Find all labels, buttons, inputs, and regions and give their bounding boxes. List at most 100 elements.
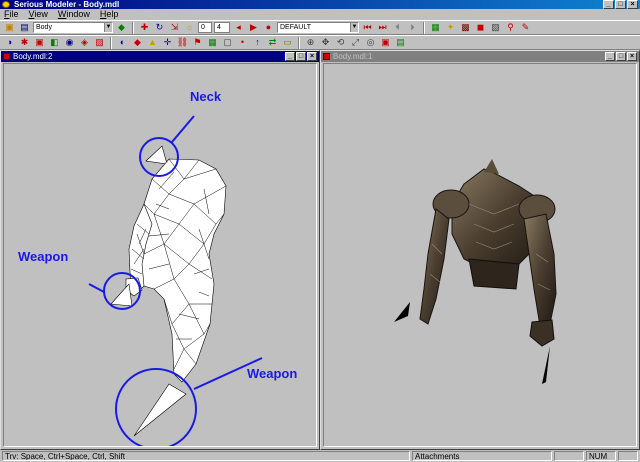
close-button[interactable]: ×: [307, 52, 317, 61]
layout-icon[interactable]: ▣: [379, 37, 392, 49]
model-doc-icon: [3, 53, 10, 60]
maximize-button[interactable]: □: [615, 0, 626, 9]
view-titlebar[interactable]: Body.mdl:2 _ □ ×: [1, 51, 319, 62]
scale-icon[interactable]: ⇲: [168, 22, 181, 34]
texture-icon[interactable]: ▩: [459, 22, 472, 34]
wire-icon[interactable]: ▧: [489, 22, 502, 34]
maximize-button[interactable]: □: [616, 52, 626, 61]
bone-icon[interactable]: ✱: [18, 37, 31, 49]
minimize-button[interactable]: _: [285, 52, 295, 61]
step-back-icon[interactable]: ⏴: [391, 22, 404, 34]
palette-icon[interactable]: ◆: [115, 22, 128, 34]
view-controls: _ □ ×: [285, 52, 317, 61]
open-icon[interactable]: ▣: [3, 22, 16, 34]
light-icon[interactable]: ☼: [183, 22, 196, 34]
animation-combo-value: DEFAULT: [280, 24, 311, 31]
color-icon[interactable]: ◆: [131, 37, 144, 49]
reset-icon[interactable]: ⟲: [334, 37, 347, 49]
pin-icon[interactable]: ⚲: [504, 22, 517, 34]
check-icon[interactable]: ▤: [394, 37, 407, 49]
view-controls: _ □ ×: [605, 52, 637, 61]
normal-icon[interactable]: ↑: [251, 37, 264, 49]
status-hint: Trv: Space, Ctrl+Space, Ctrl, Shift: [2, 451, 410, 461]
last-frame-icon[interactable]: ⏭: [376, 22, 389, 34]
neck-label: Neck: [190, 89, 222, 104]
first-frame-icon[interactable]: ⏮: [361, 22, 374, 34]
weapon-shard-bottom: [542, 346, 550, 384]
anim-icon[interactable]: ◑: [3, 37, 16, 49]
grid-icon[interactable]: ▦: [206, 37, 219, 49]
axis-icon[interactable]: ✛: [161, 37, 174, 49]
combo-arrow-icon: ▼: [350, 23, 358, 32]
animation-combo[interactable]: DEFAULT ▼: [277, 22, 359, 33]
target-icon[interactable]: ◎: [364, 37, 377, 49]
surface-icon[interactable]: ◈: [78, 37, 91, 49]
fit-icon[interactable]: ⤢: [349, 37, 362, 49]
model-doc-icon: [323, 53, 330, 60]
menu-bar: File View Window Help: [0, 9, 640, 20]
neck-attachment-triangle: [145, 145, 168, 165]
weapon-attachment-triangle-bottom: [133, 383, 187, 437]
close-button[interactable]: ×: [627, 0, 638, 9]
rotate-icon[interactable]: ↻: [153, 22, 166, 34]
patch-icon[interactable]: ▨: [93, 37, 106, 49]
save-icon[interactable]: ▤: [18, 22, 31, 34]
minimize-button[interactable]: _: [605, 52, 615, 61]
menu-file[interactable]: File: [4, 9, 19, 20]
close-button[interactable]: ×: [627, 52, 637, 61]
bbox-icon[interactable]: ▢: [221, 37, 234, 49]
camera-icon[interactable]: ◉: [63, 37, 76, 49]
zoom-icon[interactable]: ⊕: [304, 37, 317, 49]
prev-frame-icon[interactable]: ◂: [232, 22, 245, 34]
play-icon[interactable]: ▶: [247, 22, 260, 34]
menu-window[interactable]: Window: [58, 9, 90, 20]
mirror-icon[interactable]: ◧: [48, 37, 61, 49]
app-title: Serious Modeler - Body.mdl: [14, 0, 120, 9]
textured-viewport[interactable]: [323, 63, 637, 447]
mapping-icon[interactable]: ▦: [429, 22, 442, 34]
separator: [110, 36, 112, 49]
lights-icon[interactable]: ✦: [444, 22, 457, 34]
swap-icon[interactable]: ⇄: [266, 37, 279, 49]
wireframe-view-window[interactable]: Body.mdl:2 _ □ × Neck Weapon Weapon: [0, 50, 320, 450]
frame-icon[interactable]: ▣: [33, 37, 46, 49]
minimize-button[interactable]: _: [603, 0, 614, 9]
view-titlebar[interactable]: Body.mdl:1 _ □ ×: [321, 51, 639, 62]
translate-icon[interactable]: ✚: [138, 22, 151, 34]
maximize-button[interactable]: □: [296, 52, 306, 61]
record-icon[interactable]: ●: [262, 22, 275, 34]
separator: [298, 36, 300, 49]
weapon-attachment-triangle-left: [110, 283, 133, 307]
ruler-icon[interactable]: ▭: [281, 37, 294, 49]
weapon-left-pointer-line: [88, 283, 105, 293]
combo-arrow-icon: ▼: [104, 23, 112, 32]
link-icon[interactable]: ⛓: [176, 37, 189, 49]
weapon-shard-left: [394, 302, 410, 322]
wireframe-viewport[interactable]: Neck Weapon Weapon: [3, 63, 317, 447]
weapon-label-left: Weapon: [18, 249, 69, 264]
brush-icon[interactable]: ✎: [519, 22, 532, 34]
status-bar: Trv: Space, Ctrl+Space, Ctrl, Shift Atta…: [0, 450, 640, 462]
frame-from-field[interactable]: 0: [198, 22, 212, 33]
right-hand-textured: [529, 319, 555, 347]
attach-icon[interactable]: ⚑: [191, 37, 204, 49]
menu-view[interactable]: View: [29, 9, 48, 20]
model-combo[interactable]: Body ▼: [33, 22, 113, 33]
window-controls: _ □ ×: [603, 0, 638, 9]
textured-view-window[interactable]: Body.mdl:1 _ □ ×: [320, 50, 640, 450]
status-scroll: [618, 451, 638, 461]
paint-icon[interactable]: ◼: [474, 22, 487, 34]
separator: [132, 21, 134, 34]
vertex-icon[interactable]: •: [236, 37, 249, 49]
menu-help[interactable]: Help: [100, 9, 119, 20]
step-fwd-icon[interactable]: ⏵: [406, 22, 419, 34]
app-icon: [2, 1, 10, 8]
separator: [423, 21, 425, 34]
neck-pointer-line: [171, 115, 195, 143]
pan-icon[interactable]: ✥: [319, 37, 332, 49]
shade-icon[interactable]: ◐: [116, 37, 129, 49]
app-titlebar[interactable]: Serious Modeler - Body.mdl _ □ ×: [0, 0, 640, 9]
frame-to-field[interactable]: 4: [214, 22, 230, 33]
left-arm-textured: [419, 208, 450, 325]
triangle-icon[interactable]: ▲: [146, 37, 159, 49]
